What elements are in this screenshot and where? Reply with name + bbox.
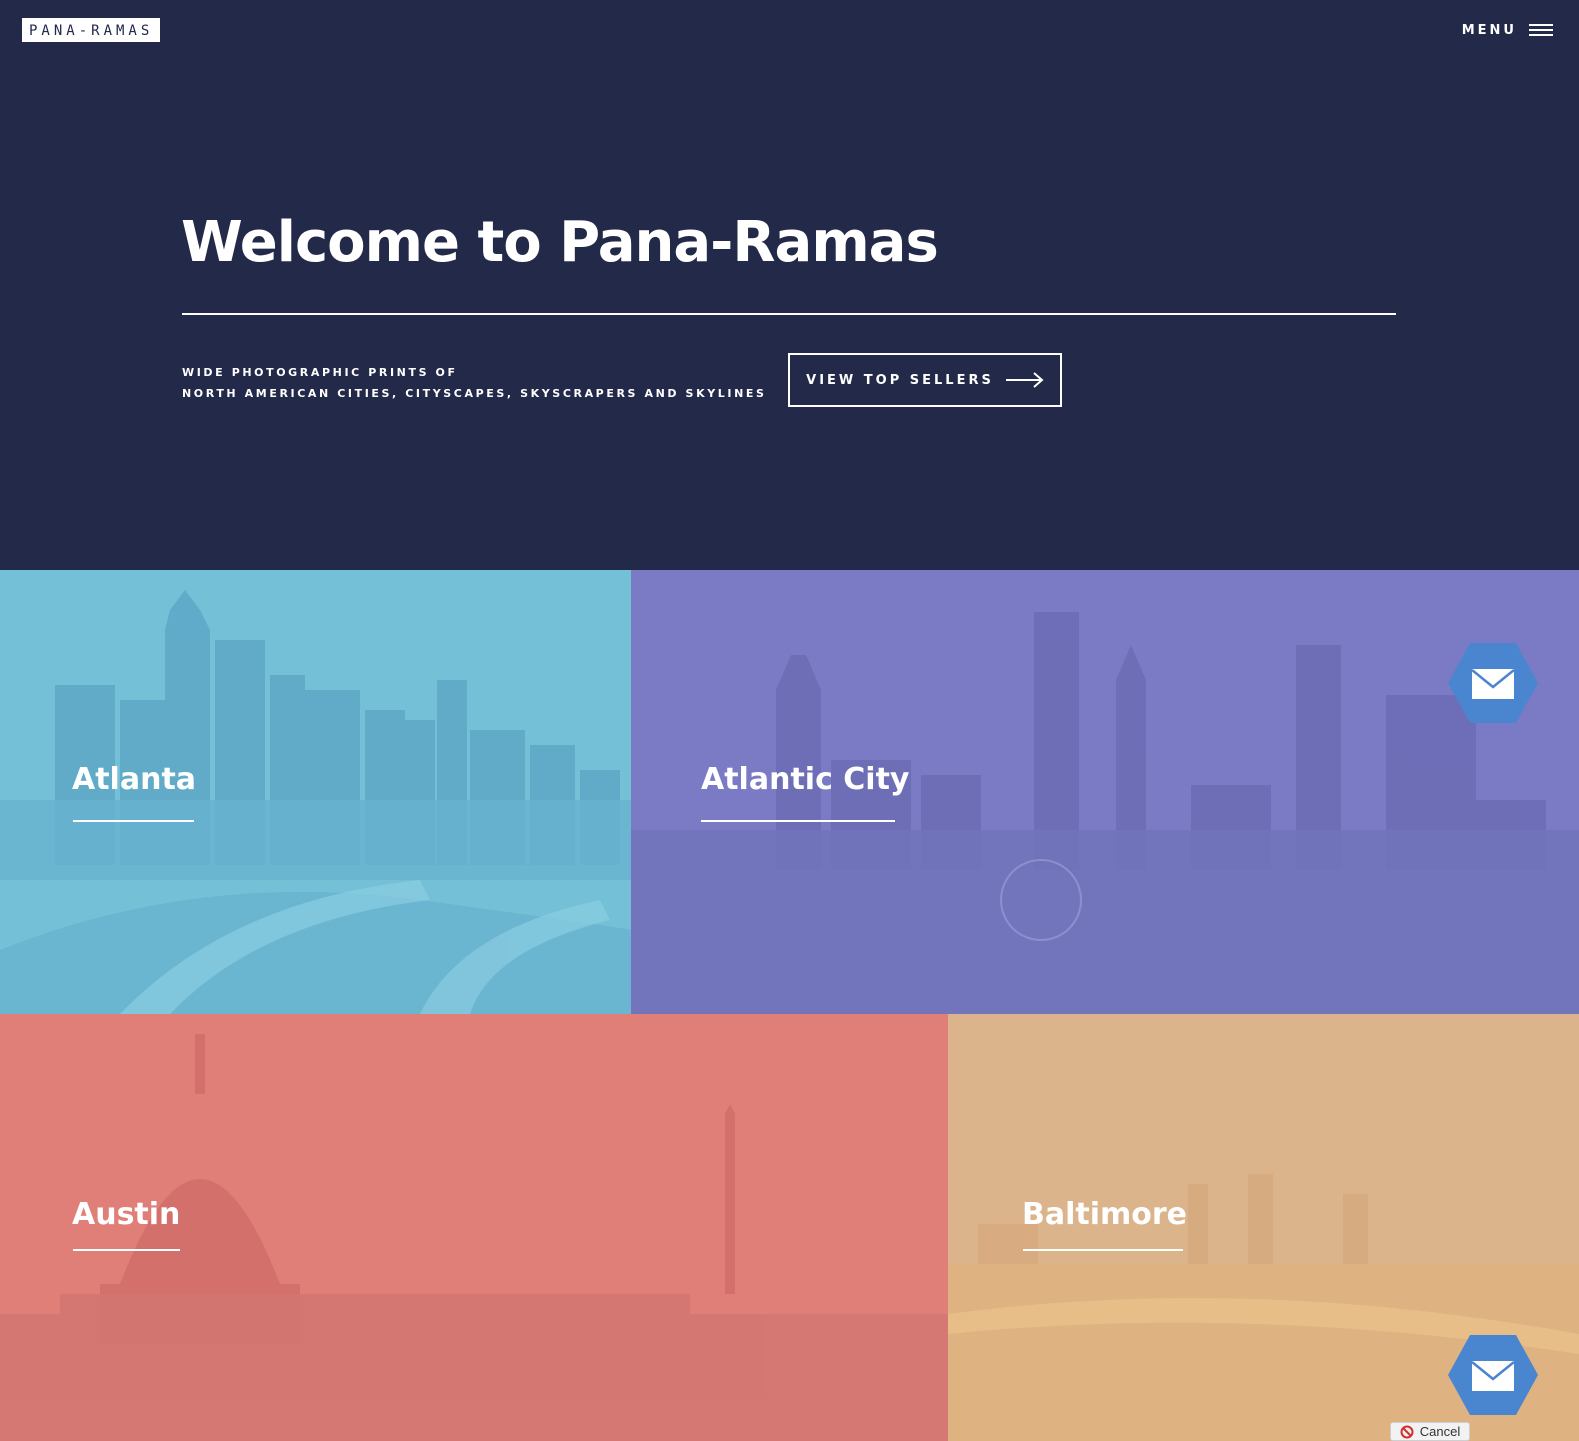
city-tile-atlanta[interactable]: Atlanta [0, 570, 631, 1014]
city-tile-atlantic-city[interactable]: Atlantic City [631, 570, 1579, 1014]
hero-section: PANA-RAMAS MENU Welcome to Pana-Ramas WI… [0, 0, 1579, 570]
hamburger-icon [1529, 24, 1553, 36]
city-divider-atlanta [73, 820, 194, 822]
tagline-line-1: WIDE PHOTOGRAPHIC PRINTS OF [182, 366, 458, 379]
view-top-sellers-button[interactable]: VIEW TOP SELLERS [788, 353, 1062, 407]
envelope-icon [1448, 1335, 1538, 1415]
city-name-austin: Austin [72, 1197, 181, 1232]
city-name-baltimore: Baltimore [1022, 1197, 1188, 1232]
page: PANA-RAMAS MENU Welcome to Pana-Ramas WI… [0, 0, 1579, 1441]
city-name-atlantic-city: Atlantic City [701, 762, 910, 797]
arrow-right-icon [1005, 372, 1044, 388]
tagline-line-2: NORTH AMERICAN CITIES, CITYSCAPES, SKYSC… [182, 387, 767, 400]
menu-button[interactable]: MENU [1462, 20, 1553, 40]
city-tile-austin[interactable]: Austin [0, 1014, 948, 1441]
city-divider-atlantic-city [701, 820, 895, 822]
contact-mail-button[interactable] [1448, 643, 1538, 723]
prohibited-icon [1400, 1425, 1414, 1438]
city-divider-austin [73, 1249, 180, 1251]
site-logo[interactable]: PANA-RAMAS [22, 18, 161, 42]
city-name-atlanta: Atlanta [72, 762, 197, 797]
cancel-button[interactable]: Cancel [1390, 1422, 1470, 1441]
cta-label: VIEW TOP SELLERS [806, 372, 994, 388]
envelope-icon [1448, 643, 1538, 723]
menu-label: MENU [1461, 22, 1517, 38]
title-divider [182, 313, 1396, 315]
contact-mail-button-secondary[interactable] [1448, 1335, 1538, 1415]
cancel-label: Cancel [1419, 1424, 1461, 1439]
city-divider-baltimore [1023, 1249, 1183, 1251]
page-title: Welcome to Pana-Ramas [181, 210, 939, 275]
hero-tagline: WIDE PHOTOGRAPHIC PRINTS OF NORTH AMERIC… [182, 362, 767, 404]
